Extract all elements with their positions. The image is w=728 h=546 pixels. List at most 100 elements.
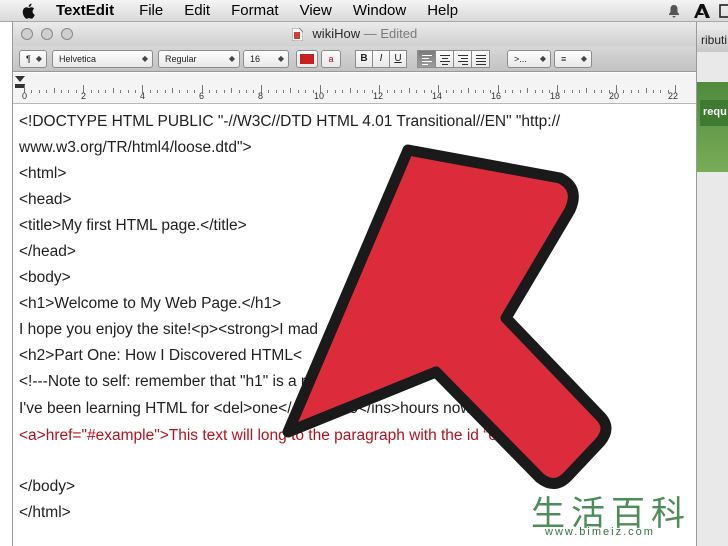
ruler-tick [542,90,543,93]
document-text-area[interactable]: <!DOCTYPE HTML PUBLIC "-//W3C//DTD HTML … [13,104,696,546]
close-button[interactable] [21,28,33,40]
ruler-tick [38,90,40,93]
ruler-tick [519,90,521,93]
menu-app-name[interactable]: TextEdit [56,2,114,19]
font-size-select[interactable]: 16 ◆ [243,50,289,68]
text-line[interactable]: </head> [19,243,76,261]
menu-window[interactable]: Window [353,2,406,19]
font-family-select[interactable]: Helvetica ◆ [52,50,153,68]
ruler-tick [61,90,62,93]
ruler-tick [401,90,403,93]
ruler-label: 14 [432,91,443,101]
ruler-tick [645,88,647,93]
ruler-tick [564,90,566,93]
ruler-tick [638,90,640,93]
background-window-title[interactable]: ributi [697,30,728,52]
ruler-tick [297,90,299,93]
font-style-select[interactable]: Regular ◆ [158,50,240,68]
text-line[interactable]: <html> [19,165,66,183]
menu-extras [666,2,728,20]
ruler-label: 16 [491,91,502,101]
ruler-tick [268,90,270,93]
highlight-label: a [328,54,334,64]
minimize-button[interactable] [41,28,53,40]
ruler-label: 8 [258,91,264,101]
ruler-label: 10 [314,91,325,101]
menu-format[interactable]: Format [231,2,279,19]
align-justify-button[interactable] [471,50,490,68]
ruler-tick [601,90,603,93]
first-indent-marker-icon[interactable] [15,76,27,90]
ruler-tick [238,90,240,93]
list-icon: ≡ [561,54,567,64]
bold-button[interactable]: B [355,50,373,68]
ruler-label: 22 [668,91,679,101]
text-line[interactable]: <h2>Part One: How I Discovered HTML< [19,347,302,365]
ruler-tick [423,90,425,93]
list-bullets-select[interactable]: ≡ ◆ [554,50,592,68]
underline-button[interactable]: U [389,50,407,68]
ruler-label: 12 [373,91,384,101]
text-line[interactable]: I've been learning HTML for <del>one</ <… [19,400,593,418]
adobe-icon[interactable] [692,2,712,20]
align-center-button[interactable] [435,50,454,68]
ruler-tick [120,90,122,93]
background-request-button[interactable]: requ [700,100,728,126]
highlight-color-button[interactable]: a [321,50,341,68]
screenshot: TextEdit File Edit Format View Window He… [0,0,728,546]
text-color-well[interactable] [296,50,318,68]
ruler-label: 2 [81,91,87,101]
ruler-tick [75,90,77,93]
menu-view[interactable]: View [300,2,332,19]
text-line[interactable]: www.w3.org/TR/html4/loose.dtd"> [19,139,252,157]
text-line[interactable]: <!---Note to self: remember that "h1" is… [19,373,398,391]
text-line[interactable]: I hope you enjoy the site!<p><strong>I m… [19,321,318,339]
text-line[interactable]: <!DOCTYPE HTML PUBLIC "-//W3C//DTD HTML … [19,113,560,131]
ruler-tick [216,90,218,93]
menu-file[interactable]: File [139,2,163,19]
ruler-tick [68,90,70,93]
ruler-tick [505,90,506,93]
textedit-window: wikiHow — Edited ¶ ◆ Helvetica ◆ Regular ◆ … [12,22,697,546]
ruler-tick [623,90,625,93]
menu-edit[interactable]: Edit [184,2,210,19]
dropbox-icon[interactable] [718,2,728,20]
notification-bell-icon[interactable] [666,3,682,19]
ruler-tick [593,90,595,93]
ruler[interactable]: 0 2 4 6 8 10 12 14 16 18 20 22 [13,73,696,104]
window-title: wikiHow [312,26,361,41]
text-line[interactable]: <head> [19,191,72,209]
italic-button[interactable]: I [372,50,390,68]
ruler-tick [527,88,529,93]
ruler-tick [283,90,284,93]
ruler-tick [135,90,136,93]
zoom-button[interactable] [61,28,73,40]
text-line[interactable]: </html> [19,504,71,522]
ruler-tick [164,90,166,93]
text-line[interactable]: <h1>Welcome to My Web Page.</h1> [19,295,281,313]
title-bar[interactable]: wikiHow — Edited [13,22,696,46]
text-cursor [588,426,590,442]
ruler-tick [579,90,580,93]
ruler-tick [468,88,469,93]
apple-menu-icon[interactable] [20,2,38,20]
text-line[interactable]: <title>My first HTML page.</title> [19,217,247,235]
text-line[interactable]: <body> [19,269,71,287]
text-line-highlighted[interactable]: <a>href="#example">This text will long t… [19,426,590,445]
paragraph-styles-menu[interactable]: ¶ ◆ [19,50,47,68]
ruler-tick [408,88,410,93]
ruler-tick [31,90,33,93]
menu-help[interactable]: Help [427,2,458,19]
ruler-tick [53,88,55,93]
document-proxy-icon[interactable] [291,28,303,42]
line-spacing-select[interactable]: >... ◆ [507,50,551,68]
ruler-tick [46,90,48,93]
font-size-value: 16 [250,54,261,64]
text-line[interactable]: </body> [19,478,75,496]
ruler-tick [534,90,536,93]
align-right-button[interactable] [453,50,472,68]
ruler-tick [630,90,632,93]
ruler-tick [149,90,151,93]
align-left-button[interactable] [417,50,436,68]
paragraph-icon: ¶ [26,54,31,64]
